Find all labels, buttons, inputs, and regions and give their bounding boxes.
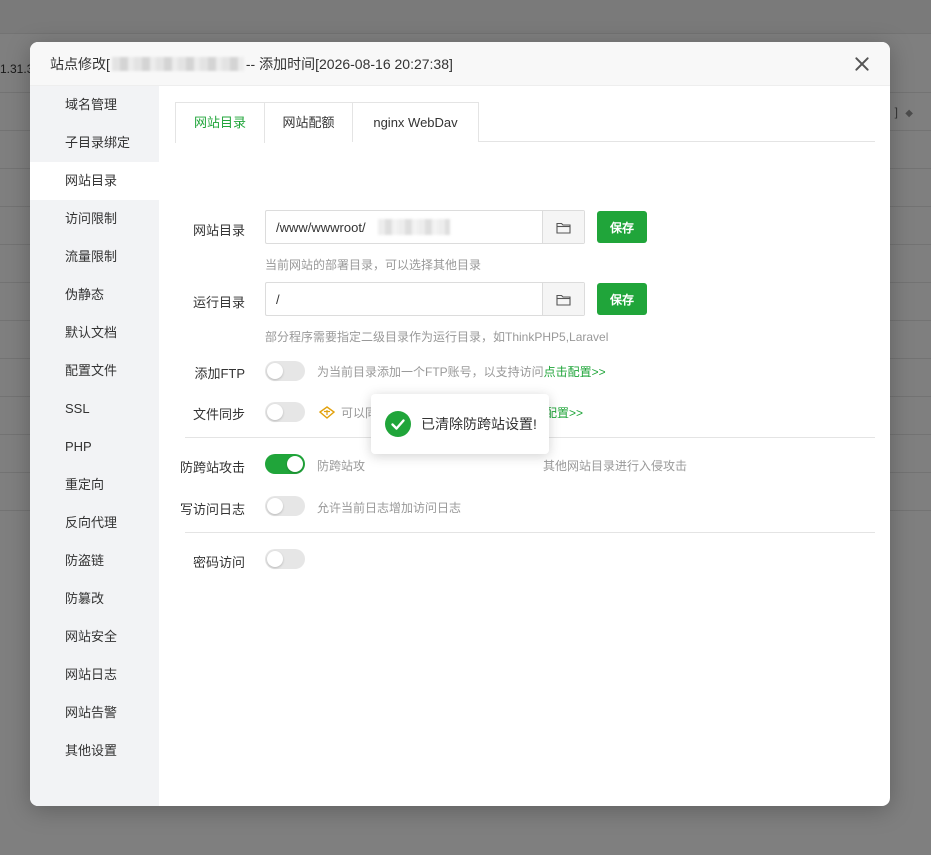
dialog-title-prefix: 站点修改[ (50, 55, 110, 72)
site-dir-field (265, 210, 585, 244)
anti-cross-toggle[interactable] (265, 454, 305, 474)
tab-site-dir[interactable]: 网站目录 (175, 102, 265, 143)
sidebar-item-domain[interactable]: 域名管理 (30, 86, 159, 124)
toast-message: 已清除防跨站设置! (421, 416, 537, 432)
site-dir-browse-button[interactable] (542, 211, 584, 243)
ftp-toggle[interactable] (265, 361, 305, 381)
redacted-path (378, 219, 450, 235)
check-circle-icon (385, 411, 411, 437)
sidebar-item-traffic-limit[interactable]: 流量限制 (30, 238, 159, 276)
site-dir-help: 当前网站的部署目录，可以选择其他目录 (265, 258, 482, 272)
sidebar-item-site-alert[interactable]: 网站告警 (30, 694, 159, 732)
sidebar-item-site-dir[interactable]: 网站目录 (30, 162, 159, 200)
folder-icon (556, 222, 571, 234)
password-toggle[interactable] (265, 549, 305, 569)
folder-icon (556, 294, 571, 306)
dialog-title-suffix: -- 添加时间[2026-08-16 20:27:38] (245, 55, 453, 72)
sidebar-item-other-settings[interactable]: 其他设置 (30, 732, 159, 770)
run-dir-browse-button[interactable] (542, 283, 584, 315)
site-dir-save-button[interactable]: 保存 (597, 211, 647, 243)
access-log-toggle[interactable] (265, 496, 305, 516)
close-icon[interactable] (852, 54, 872, 74)
anti-cross-label: 防跨站攻击 (179, 460, 245, 475)
sidebar-item-config-file[interactable]: 配置文件 (30, 352, 159, 390)
ftp-label: 添加FTP (194, 366, 245, 381)
success-toast: 已清除防跨站设置! (371, 394, 549, 454)
sidebar-item-reverse-proxy[interactable]: 反向代理 (30, 504, 159, 542)
ftp-desc: 为当前目录添加一个FTP账号，以支持访问点击配置>> (317, 365, 606, 379)
sidebar-item-default-doc[interactable]: 默认文档 (30, 314, 159, 352)
settings-sidebar: 域名管理 子目录绑定 网站目录 访问限制 流量限制 伪静态 默认文档 配置文件 … (30, 86, 159, 806)
tab-bar: 网站目录 网站配额 nginx WebDav (175, 102, 875, 143)
anti-cross-desc-right: 其他网站目录进行入侵攻击 (543, 459, 688, 473)
sidebar-item-ssl[interactable]: SSL (30, 390, 159, 428)
site-dir-label: 网站目录 (192, 223, 245, 238)
ftp-config-link[interactable]: 点击配置>> (544, 365, 606, 379)
sidebar-item-tamper-proof[interactable]: 防篡改 (30, 580, 159, 618)
run-dir-field (265, 282, 585, 316)
sidebar-item-access-limit[interactable]: 访问限制 (30, 200, 159, 238)
dialog-header: 站点修改[ -- 添加时间[2026-08-16 20:27:38] (30, 42, 890, 86)
access-log-desc: 允许当前日志增加访问日志 (317, 501, 462, 515)
sync-label: 文件同步 (192, 407, 245, 422)
sidebar-item-subdir[interactable]: 子目录绑定 (30, 124, 159, 162)
tab-site-quota[interactable]: 网站配额 (264, 102, 353, 142)
sidebar-item-redirect[interactable]: 重定向 (30, 466, 159, 504)
redacted-site-name (111, 56, 244, 71)
sidebar-item-hotlink[interactable]: 防盗链 (30, 542, 159, 580)
run-dir-input[interactable] (266, 283, 542, 315)
pro-badge-icon (319, 406, 335, 419)
tab-nginx-webdav[interactable]: nginx WebDav (352, 102, 479, 142)
run-dir-save-button[interactable]: 保存 (597, 283, 647, 315)
run-dir-help: 部分程序需要指定二级目录作为运行目录，如ThinkPHP5,Laravel (265, 330, 609, 344)
anti-cross-desc-left: 防跨站攻 (317, 459, 366, 473)
sidebar-item-site-security[interactable]: 网站安全 (30, 618, 159, 656)
run-dir-label: 运行目录 (192, 295, 245, 310)
sync-toggle[interactable] (265, 402, 305, 422)
section-divider (185, 532, 875, 533)
password-label: 密码访问 (192, 555, 245, 570)
sidebar-item-rewrite[interactable]: 伪静态 (30, 276, 159, 314)
access-log-label: 写访问日志 (179, 502, 245, 517)
sidebar-item-php[interactable]: PHP (30, 428, 159, 466)
sidebar-item-site-log[interactable]: 网站日志 (30, 656, 159, 694)
